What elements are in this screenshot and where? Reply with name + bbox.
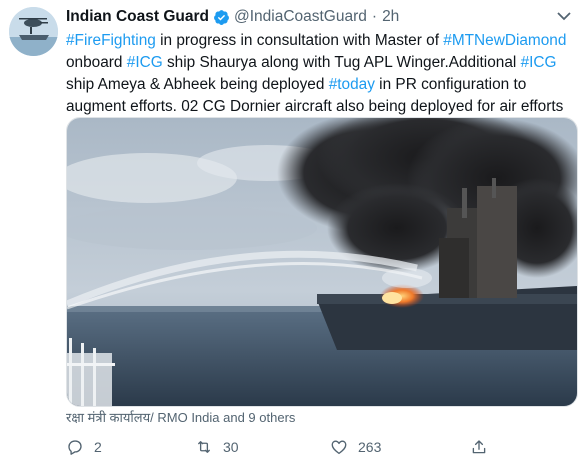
- hashtag-link[interactable]: #ICG: [127, 54, 163, 71]
- tweet-text-line: ship Ameya & Abheek being deployed #toda…: [66, 74, 578, 96]
- display-name[interactable]: Indian Coast Guard: [66, 8, 209, 26]
- verified-badge-icon: [214, 9, 229, 25]
- hashtag-link[interactable]: #FireFighting: [66, 32, 156, 49]
- share-icon: [472, 440, 486, 454]
- tweet[interactable]: Indian Coast Guard @IndiaCoastGuard · 2h…: [0, 0, 586, 468]
- hashtag-link[interactable]: #MTNewDiamond: [443, 32, 566, 49]
- ship-fire-photo: [67, 118, 577, 406]
- tweet-image[interactable]: [66, 117, 578, 407]
- reply-icon: [68, 440, 82, 455]
- reply-button[interactable]: 2: [66, 436, 102, 458]
- chevron-down-icon[interactable]: [554, 8, 574, 24]
- tweet-text-segment: ship Ameya & Abheek being deployed: [66, 76, 329, 93]
- handle[interactable]: @IndiaCoastGuard: [234, 8, 367, 26]
- tweet-header: Indian Coast Guard @IndiaCoastGuard · 2h: [66, 6, 578, 28]
- retweet-icon: [198, 441, 210, 453]
- retweet-button[interactable]: 30: [195, 436, 239, 458]
- tweet-text-segment: ship Shaurya along with Tug APL Winger.A…: [162, 54, 521, 71]
- share-button[interactable]: [470, 436, 488, 458]
- tweet-text: #FireFighting in progress in consultatio…: [66, 30, 578, 118]
- like-button[interactable]: 263: [330, 436, 381, 458]
- tweet-text-segment: in progress in consultation with Master …: [155, 32, 444, 49]
- like-count: 263: [358, 439, 382, 455]
- hashtag-link[interactable]: #today: [329, 76, 375, 93]
- tweet-text-segment: augment efforts. 02 CG Dornier aircraft …: [66, 98, 564, 115]
- hashtag-link[interactable]: #ICG: [521, 54, 557, 71]
- tweet-text-line: augment efforts. 02 CG Dornier aircraft …: [66, 96, 578, 118]
- tweet-text-segment: onboard: [66, 54, 127, 71]
- action-bar: 2 30 263: [66, 436, 566, 458]
- tweet-content: Indian Coast Guard @IndiaCoastGuard · 2h…: [66, 6, 578, 118]
- tweet-text-line: #FireFighting in progress in consultatio…: [66, 30, 578, 52]
- tweet-text-line: onboard #ICG ship Shaurya along with Tug…: [66, 52, 578, 74]
- avatar-helicopter-image: [9, 7, 58, 56]
- separator-dot: ·: [371, 8, 378, 25]
- tweet-text-segment: in PR configuration to: [374, 76, 527, 93]
- like-icon: [331, 440, 347, 455]
- liked-by-context[interactable]: रक्षा मंत्री कार्यालय/ RMO India and 9 o…: [66, 408, 295, 426]
- retweet-count: 30: [223, 439, 239, 455]
- timestamp[interactable]: 2h: [382, 8, 399, 26]
- avatar[interactable]: [9, 7, 58, 56]
- reply-count: 2: [94, 439, 102, 455]
